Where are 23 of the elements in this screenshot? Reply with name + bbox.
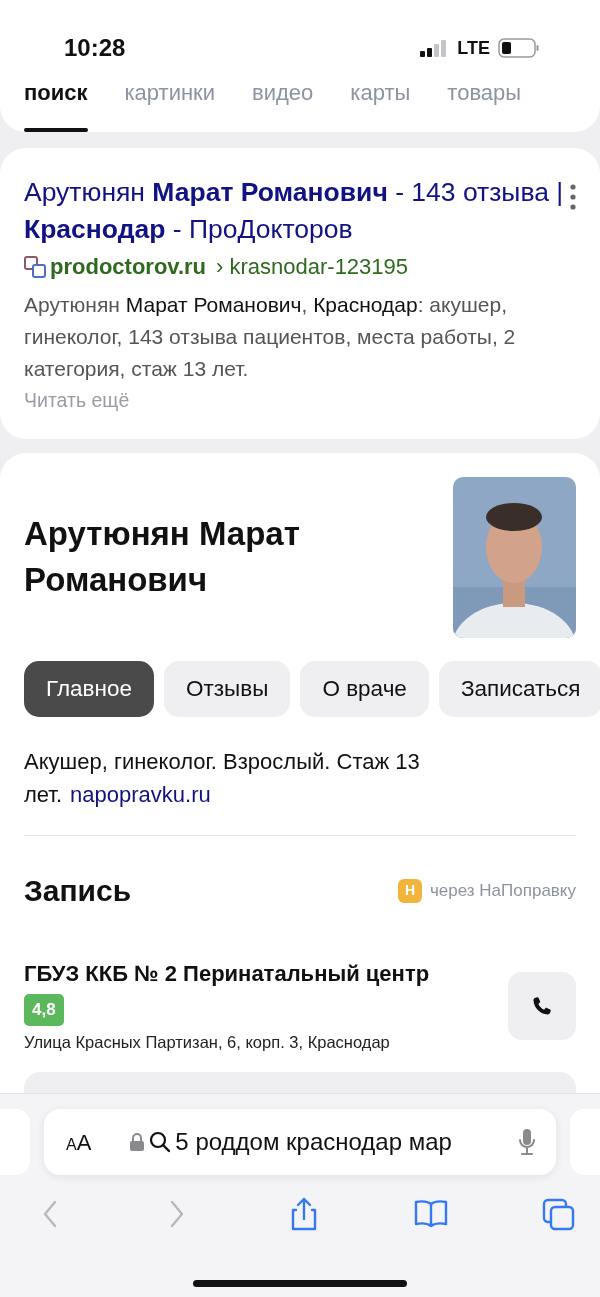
section-chip[interactable]: О враче [300, 661, 429, 717]
text-size-button[interactable]: AA [66, 1125, 92, 1159]
doctor-description: Акушер, гинеколог. Взрослый. Стаж 13 лет. napopravku.ru [24, 748, 421, 809]
section-chip[interactable]: Главное [24, 661, 154, 717]
rating-badge: 4,8 [24, 994, 64, 1026]
provider-label: через НаПоправку [429, 879, 576, 902]
search-query: 5 роддом краснодар мар [175, 1127, 453, 1157]
address-bar[interactable]: AA 5 роддом краснодар мар [44, 1109, 556, 1175]
clinic-address: Улица Красных Партизан, 6, корп. 3, Краснодар [24, 1031, 391, 1053]
section-chip[interactable]: Отзывы [163, 661, 291, 717]
status-time: 10:28 [64, 33, 126, 63]
clinic-name: ГБУЗ ККБ № 2 Перинатальный центр [24, 960, 430, 988]
booking-heading: Запись [24, 873, 132, 909]
result-title-link[interactable]: Арутюнян Марат Романович - 143 отзыва | Краснодар - ПроДокторов [24, 174, 570, 248]
section-chip[interactable]: Записаться [438, 661, 600, 717]
source-link[interactable]: napopravku.ru [70, 782, 211, 807]
network-label: LTE [457, 36, 490, 60]
search-tab[interactable]: поиск [24, 70, 88, 132]
provider-logo: Н [397, 878, 422, 903]
result-path[interactable]: › krasnodar-123195 [216, 250, 409, 283]
doctor-name: Арутюнян Марат Романович [24, 514, 301, 600]
result-domain[interactable]: prodoctorov.ru [50, 250, 207, 283]
result-snippet: Арутюнян Марат Романович, Краснодар: акушер, гинеколог, 143 отзыва пациентов, места работы, 2 категория, стаж 13 лет. [24, 292, 517, 382]
